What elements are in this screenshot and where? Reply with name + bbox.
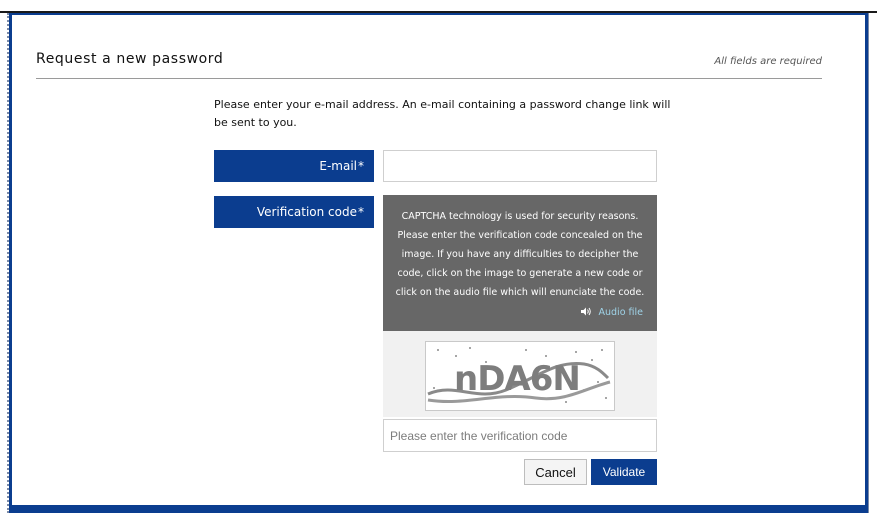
captcha-info-text: CAPTCHA technology is used for security … (395, 211, 645, 298)
captcha-graphic: nDA6N (427, 347, 611, 404)
validate-button[interactable]: Validate (591, 459, 657, 485)
page-title: Request a new password (36, 51, 224, 67)
left-frame-border (0, 13, 9, 513)
verification-code-label: Verification code* (214, 196, 374, 228)
email-required-marker: * (358, 159, 364, 173)
email-label-text: E-mail (319, 159, 357, 173)
required-fields-note: All fields are required (714, 56, 822, 67)
speaker-icon (580, 307, 595, 318)
captcha-code-text: nDA6N (454, 359, 580, 399)
intro-text: Please enter your e-mail address. An e-m… (214, 98, 671, 129)
verification-code-input[interactable] (383, 419, 657, 452)
captcha-info-box: CAPTCHA technology is used for security … (383, 195, 657, 331)
captcha-image-area: nDA6N (383, 331, 657, 417)
audio-file-link[interactable]: Audio file (580, 303, 644, 323)
audio-file-label: Audio file (598, 307, 644, 318)
verification-required-marker: * (358, 205, 364, 219)
form-header: Request a new password All fields are re… (36, 38, 822, 79)
cancel-button[interactable]: Cancel (524, 459, 587, 485)
verification-code-label-text: Verification code (256, 205, 357, 219)
email-label: E-mail* (214, 150, 374, 182)
right-frame-border (868, 13, 877, 513)
email-field[interactable] (383, 150, 657, 182)
top-frame-bar (0, 0, 877, 13)
captcha-image[interactable]: nDA6N (425, 341, 615, 411)
